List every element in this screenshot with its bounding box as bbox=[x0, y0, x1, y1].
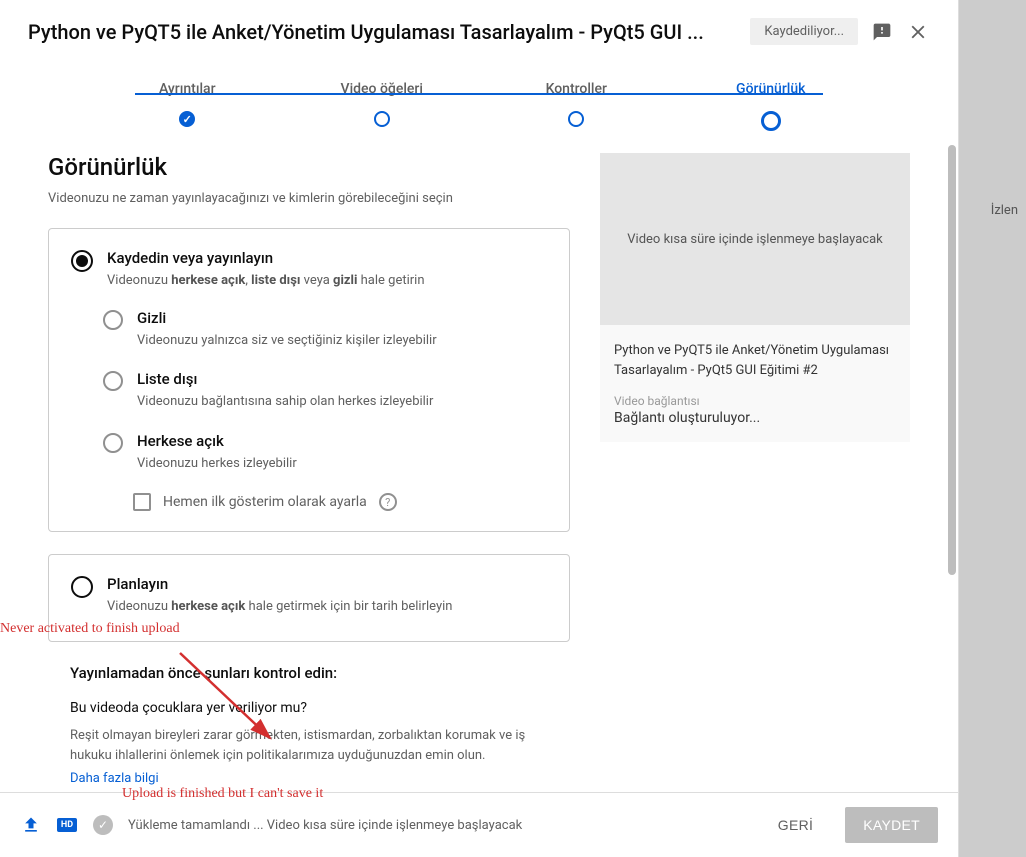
close-icon[interactable] bbox=[906, 20, 930, 44]
back-button[interactable]: GERİ bbox=[760, 807, 831, 843]
right-column: Video kısa süre içinde işlenmeye başlaya… bbox=[600, 153, 910, 792]
page-title: Görünürlük bbox=[48, 153, 570, 181]
radio-public[interactable] bbox=[103, 433, 123, 453]
schedule-radio-row[interactable]: Planlayın Videonuzu herkese açık hale ge… bbox=[71, 575, 547, 617]
dialog-title: Python ve PyQT5 ile Anket/Yönetim Uygula… bbox=[28, 20, 738, 44]
step-visibility[interactable]: Görünürlük bbox=[674, 81, 869, 131]
schedule-desc: Videonuzu herkese açık hale getirmek içi… bbox=[107, 597, 452, 617]
option-desc: Videonuzu herkes izleyebilir bbox=[137, 454, 297, 474]
footer-status: Yükleme tamamlandı ... Video kısa süre i… bbox=[128, 818, 746, 833]
visibility-options: Gizli Videonuzu yalnızca siz ve seçtiğin… bbox=[103, 309, 547, 512]
save-button: KAYDET bbox=[845, 807, 938, 843]
bg-column-label: İzlen bbox=[991, 203, 1018, 218]
step-video-elements[interactable]: Video öğeleri bbox=[285, 81, 480, 127]
option-unlisted[interactable]: Liste dışı Videonuzu bağlantısına sahip … bbox=[103, 370, 547, 412]
step-details[interactable]: Ayrıntılar bbox=[90, 81, 285, 127]
publish-main-desc: Videonuzu herkese açık, liste dışı veya … bbox=[107, 271, 425, 291]
annotation-never-activated: Never activated to finish upload bbox=[0, 621, 180, 637]
arrow-icon bbox=[170, 643, 290, 753]
preview-link-label: Video bağlantısı bbox=[614, 394, 896, 408]
video-preview: Video kısa süre içinde işlenmeye başlaya… bbox=[600, 153, 910, 325]
stepper: Ayrıntılar Video öğeleri Kontroller Görü… bbox=[0, 53, 958, 143]
step-dot-icon bbox=[761, 111, 781, 131]
hd-icon: HD bbox=[56, 814, 78, 836]
radio-schedule[interactable] bbox=[71, 576, 93, 598]
preview-link-value: Bağlantı oluşturuluyor... bbox=[614, 410, 896, 426]
option-title: Liste dışı bbox=[137, 370, 433, 388]
scrollbar[interactable] bbox=[948, 145, 956, 575]
option-public[interactable]: Herkese açık Videonuzu herkes izleyebili… bbox=[103, 432, 547, 474]
step-line bbox=[135, 93, 823, 95]
publish-main-radio-row[interactable]: Kaydedin veya yayınlayın Videonuzu herke… bbox=[71, 249, 547, 291]
option-title: Herkese açık bbox=[137, 432, 297, 450]
schedule-title: Planlayın bbox=[107, 575, 452, 593]
help-icon[interactable]: ? bbox=[379, 493, 397, 511]
footer-text: Yükleme tamamlandı ... Video kısa süre i… bbox=[128, 818, 746, 833]
learn-more-link[interactable]: Daha fazla bilgi bbox=[70, 771, 548, 786]
radio-unlisted[interactable] bbox=[103, 371, 123, 391]
premiere-row[interactable]: Hemen ilk gösterim olarak ayarla ? bbox=[133, 493, 547, 511]
option-private[interactable]: Gizli Videonuzu yalnızca siz ve seçtiğin… bbox=[103, 309, 547, 351]
step-dot-icon bbox=[179, 111, 195, 127]
check-question-1: Bu videoda çocuklara yer veriliyor mu? bbox=[70, 700, 548, 716]
radio-private[interactable] bbox=[103, 310, 123, 330]
option-title: Gizli bbox=[137, 309, 437, 327]
step-dot-icon bbox=[374, 111, 390, 127]
left-column: Görünürlük Videonuzu ne zaman yayınlayac… bbox=[48, 153, 570, 792]
checks-title: Yayınlamadan önce şunları kontrol edin: bbox=[70, 664, 548, 682]
annotation-cant-save: Upload is finished but I can't save it bbox=[122, 786, 323, 802]
saving-badge: Kaydediliyor... bbox=[750, 18, 858, 45]
feedback-icon[interactable] bbox=[870, 20, 894, 44]
publish-card: Kaydedin veya yayınlayın Videonuzu herke… bbox=[48, 228, 570, 532]
premiere-label: Hemen ilk gösterim olarak ayarla bbox=[163, 494, 367, 510]
premiere-checkbox[interactable] bbox=[133, 493, 151, 511]
option-desc: Videonuzu yalnızca siz ve seçtiğiniz kiş… bbox=[137, 331, 437, 351]
upload-dialog: Python ve PyQT5 ile Anket/Yönetim Uygula… bbox=[0, 0, 959, 857]
check-circle-icon: ✓ bbox=[92, 814, 114, 836]
step-checks[interactable]: Kontroller bbox=[479, 81, 674, 127]
check-answer-1: Reşit olmayan bireyleri zarar görmekten,… bbox=[70, 726, 548, 768]
dialog-body: Görünürlük Videonuzu ne zaman yayınlayac… bbox=[0, 143, 958, 792]
step-dot-icon bbox=[568, 111, 584, 127]
preview-video-title: Python ve PyQT5 ile Anket/Yönetim Uygula… bbox=[614, 341, 896, 380]
page-subtitle: Videonuzu ne zaman yayınlayacağınızı ve … bbox=[48, 191, 570, 206]
dialog-header: Python ve PyQT5 ile Anket/Yönetim Uygula… bbox=[0, 0, 958, 53]
radio-publish[interactable] bbox=[71, 250, 93, 272]
preview-processing-text: Video kısa süre içinde işlenmeye başlaya… bbox=[627, 232, 882, 247]
prepublish-checks: Yayınlamadan önce şunları kontrol edin: … bbox=[48, 664, 570, 793]
upload-icon bbox=[20, 814, 42, 836]
preview-info: Python ve PyQT5 ile Anket/Yönetim Uygula… bbox=[600, 325, 910, 442]
publish-main-title: Kaydedin veya yayınlayın bbox=[107, 249, 425, 267]
option-desc: Videonuzu bağlantısına sahip olan herkes… bbox=[137, 392, 433, 412]
